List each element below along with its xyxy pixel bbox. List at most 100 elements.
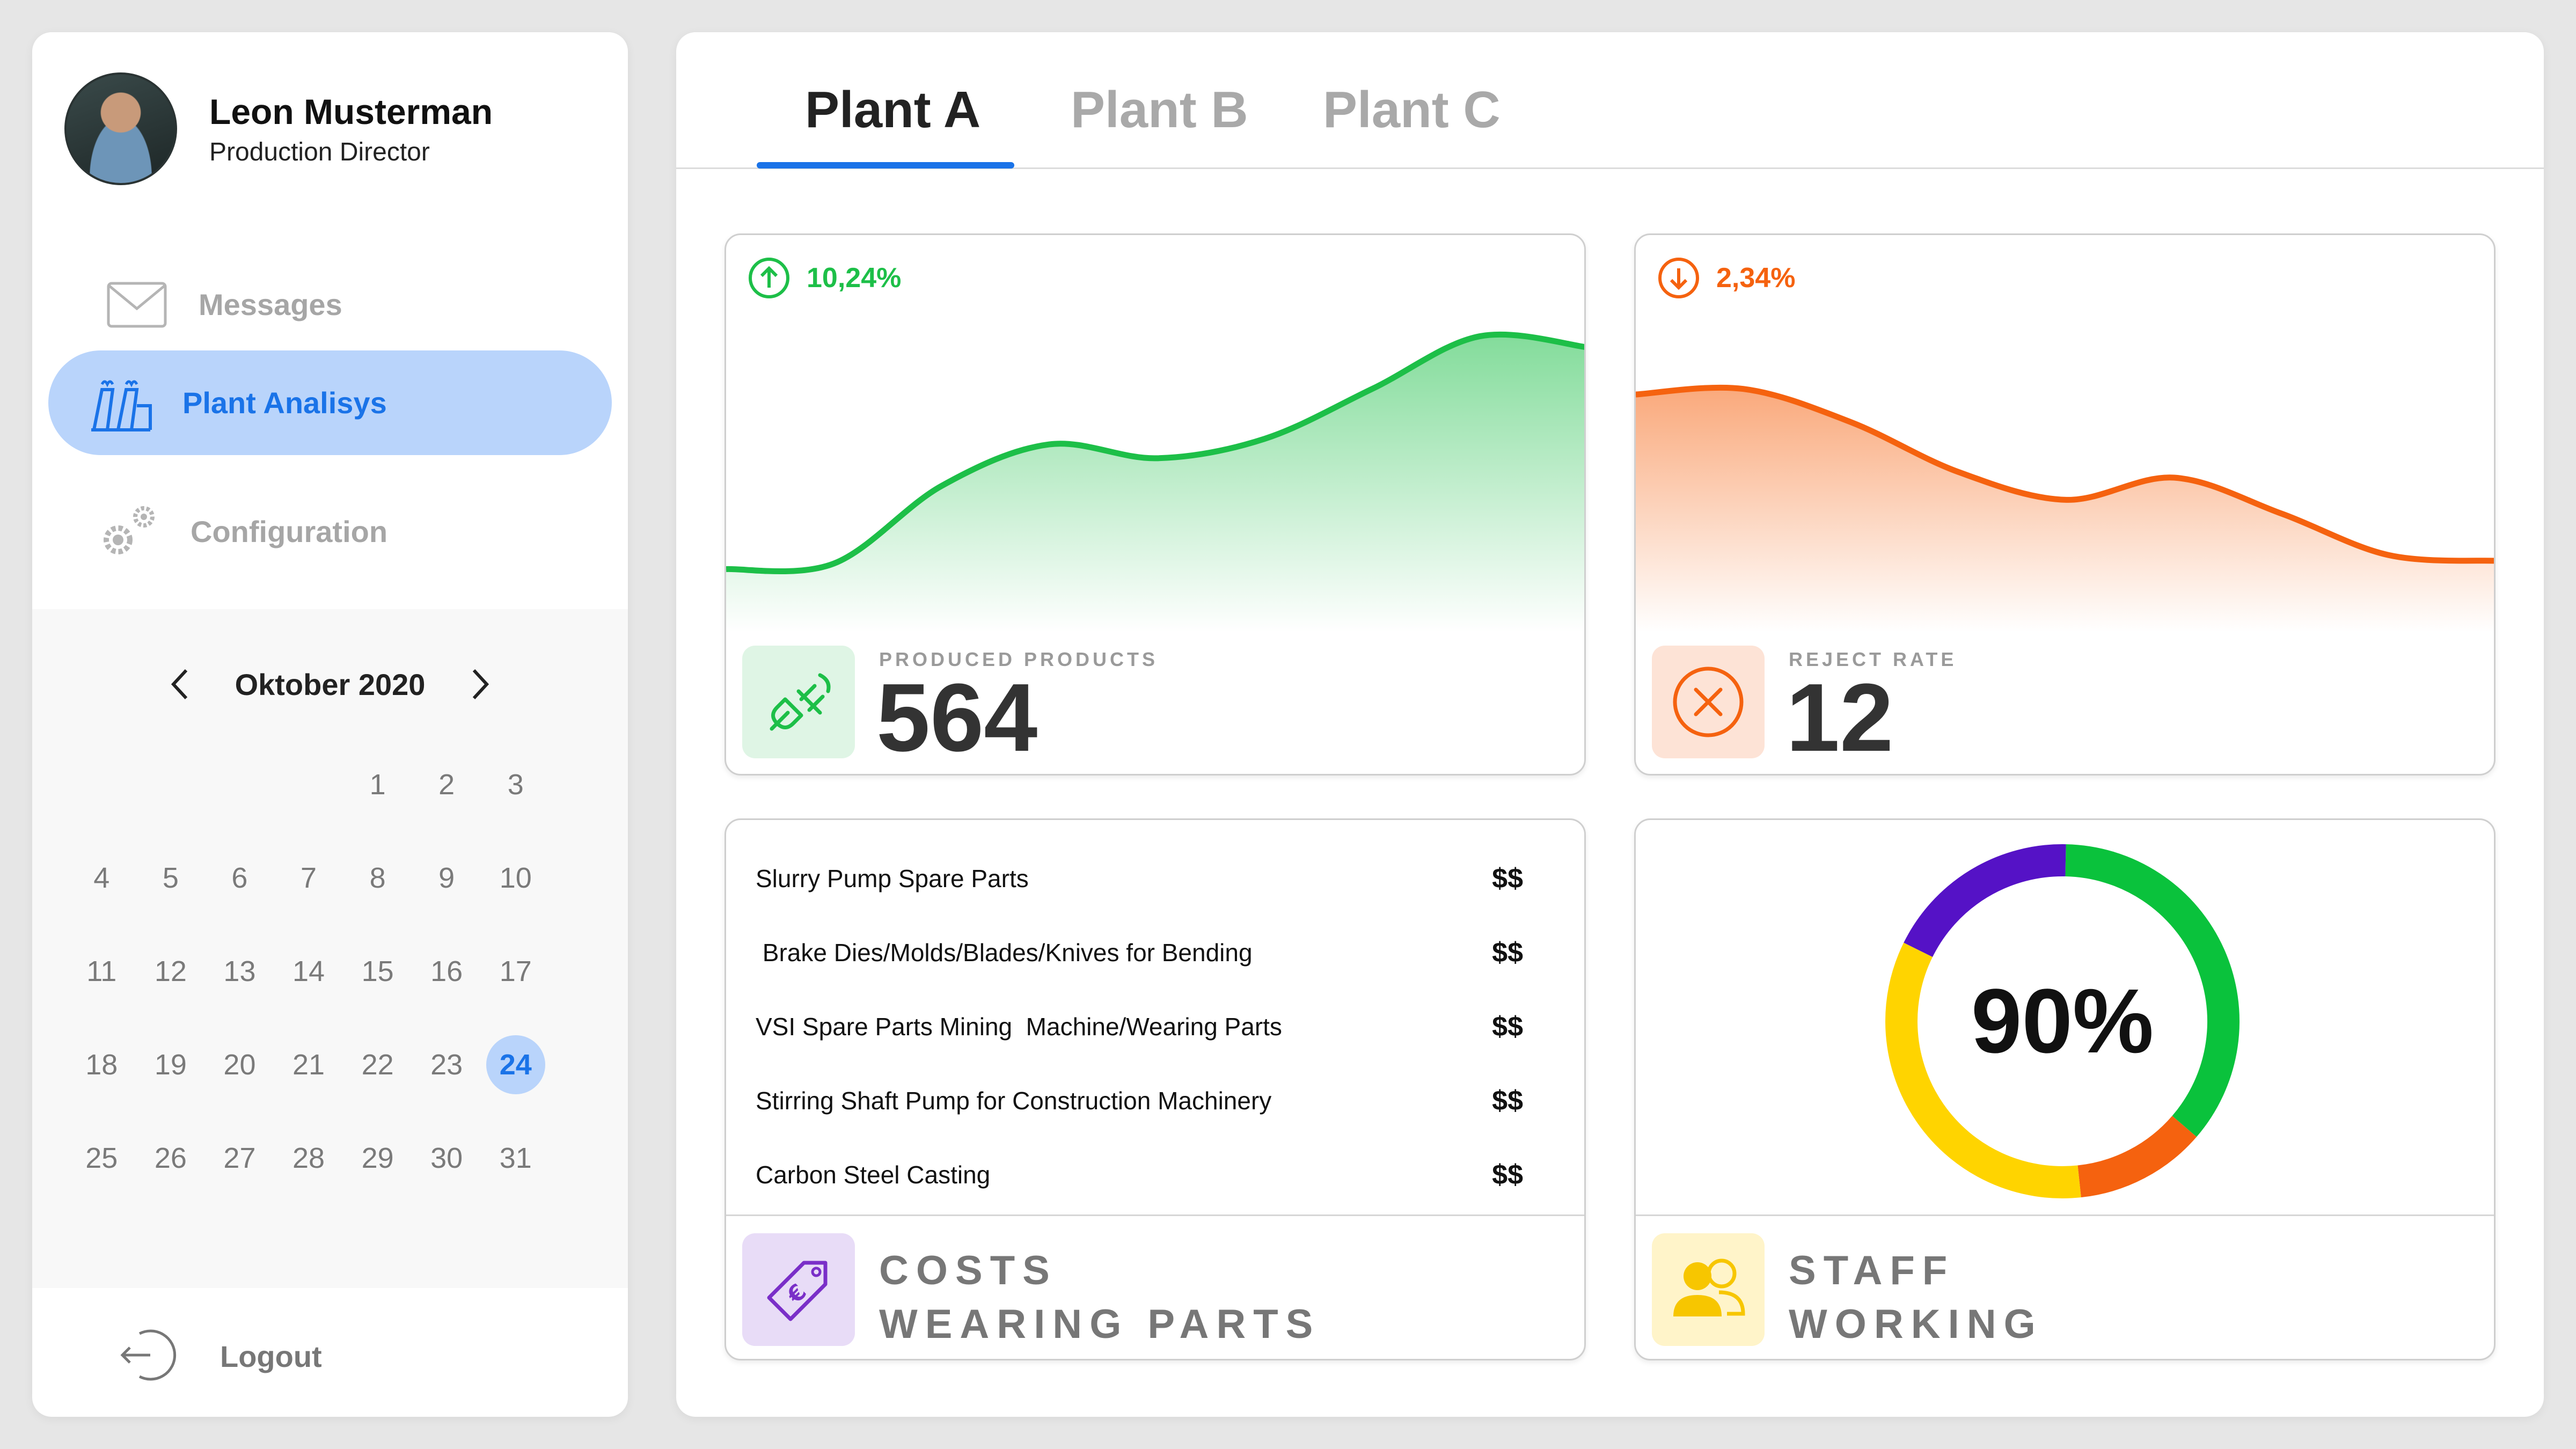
calendar-day[interactable]: 10 (481, 861, 550, 895)
sidebar-item-plant-analysis[interactable]: Plant Analisys (48, 350, 612, 455)
calendar-day[interactable]: 5 (136, 861, 206, 895)
divider (726, 1214, 1584, 1216)
staff-percent: 90% (1971, 970, 2154, 1072)
calendar-day[interactable]: 4 (67, 861, 136, 895)
calendar-day-number: 19 (154, 1049, 187, 1081)
calendar-grid: 1 2 3 4 5 6 7 8 9 10 11 12 13 14 15 16 17 18 19 20 21 22 23 24 2… (67, 738, 550, 1205)
user-profile[interactable]: Leon Musterman Production Director (64, 72, 493, 185)
price-tag-icon: € (742, 1233, 855, 1346)
cost-item-row[interactable]: Carbon Steel Casting $$ (756, 1138, 1523, 1212)
reject-rate-card[interactable]: 2,34% REJECT RATE 12 (1634, 233, 2496, 775)
logout-icon (118, 1326, 177, 1387)
calendar-day-number: 4 (93, 862, 110, 894)
plant-tabs: Plant A Plant B Plant C (676, 32, 2544, 169)
staff-working-card[interactable]: 90% STAFF WORKING (1634, 818, 2496, 1360)
calendar-day-number: 24 (486, 1035, 545, 1094)
tab-plant-b[interactable]: Plant B (1071, 80, 1248, 140)
calendar-day-number: 31 (499, 1142, 532, 1174)
chevron-left-icon[interactable] (158, 663, 201, 706)
cost-item-name: Slurry Pump Spare Parts (756, 865, 1029, 892)
calendar-day[interactable]: 11 (67, 955, 136, 988)
calendar-day[interactable]: 9 (412, 861, 481, 895)
calendar-day-number: 25 (85, 1142, 118, 1174)
calendar-day[interactable]: 23 (412, 1048, 481, 1081)
calendar-day-number: 30 (430, 1142, 463, 1174)
staff-title-line2: WORKING (1789, 1301, 2043, 1347)
staff-title-line1: STAFF (1789, 1248, 1955, 1293)
calendar-day[interactable]: 27 (205, 1141, 274, 1175)
cost-item-row[interactable]: Brake Dies/Molds/Blades/Knives for Bendi… (756, 916, 1523, 990)
calendar-day-number: 3 (507, 769, 524, 801)
area-fill (1636, 387, 2494, 632)
produced-value: 564 (876, 664, 1038, 772)
sidebar-item-label: Messages (199, 288, 342, 321)
sidebar-item-configuration[interactable]: Configuration (48, 479, 612, 584)
reject-value: 12 (1786, 664, 1894, 772)
calendar-day[interactable]: 28 (274, 1141, 343, 1175)
costs-title: COSTS WEARING PARTS (879, 1244, 1320, 1351)
cost-item-row[interactable]: Stirring Shaft Pump for Construction Mac… (756, 1064, 1523, 1138)
costs-title-line2: WEARING PARTS (879, 1301, 1321, 1347)
cost-item-row[interactable]: VSI Spare Parts Mining Machine/Wearing P… (756, 990, 1523, 1064)
calendar-day[interactable]: 12 (136, 955, 206, 988)
calendar-day-number: 28 (292, 1142, 325, 1174)
calendar-day[interactable]: 22 (343, 1048, 412, 1081)
chevron-right-icon[interactable] (459, 663, 502, 706)
calendar-day-number: 11 (86, 955, 117, 987)
calendar-day-number: 12 (154, 955, 187, 987)
calendar-day[interactable]: 21 (274, 1048, 343, 1081)
costs-wearing-parts-card[interactable]: Slurry Pump Spare Parts $$ Brake Dies/Mol… (724, 818, 1586, 1360)
calendar-day[interactable]: 7 (274, 861, 343, 895)
calendar-day-number: 1 (369, 769, 386, 801)
calendar-month: Oktober 2020 (235, 667, 426, 701)
cost-item-row[interactable]: Slurry Pump Spare Parts $$ (756, 841, 1523, 916)
tab-plant-a[interactable]: Plant A (805, 80, 980, 140)
calendar-day[interactable]: 29 (343, 1141, 412, 1175)
calendar-week: 4 5 6 7 8 9 10 (67, 831, 550, 925)
staff-title: STAFF WORKING (1789, 1244, 2043, 1351)
calendar-day[interactable]: 19 (136, 1048, 206, 1081)
calendar-day[interactable]: 3 (481, 768, 550, 801)
calendar-day[interactable]: 14 (274, 955, 343, 988)
sidebar: Leon Musterman Production Director Messa… (32, 32, 628, 1417)
calendar-day[interactable]: 31 (481, 1141, 550, 1175)
cost-item-name: Carbon Steel Casting (756, 1161, 991, 1189)
calendar-day-number: 29 (361, 1142, 394, 1174)
arrow-up-circle-icon (749, 258, 789, 298)
produced-trend: 10,24% (748, 257, 901, 299)
calendar-day-number: 14 (292, 955, 325, 987)
calendar-week: 18 19 20 21 22 23 24 (67, 1018, 550, 1111)
calendar-day[interactable]: 13 (205, 955, 274, 988)
calendar-day[interactable]: 8 (343, 861, 412, 895)
reject-trend-value: 2,34% (1716, 262, 1796, 294)
calendar-day-number: 2 (438, 769, 455, 801)
cost-item-price: $$ (1492, 1085, 1523, 1116)
calendar-day[interactable]: 30 (412, 1141, 481, 1175)
calendar-week: 25 26 27 28 29 30 31 (67, 1111, 550, 1205)
cost-item-name: Brake Dies/Molds/Blades/Knives for Bendi… (756, 939, 1253, 967)
cost-item-price: $$ (1492, 937, 1523, 968)
calendar-day[interactable]: 17 (481, 955, 550, 988)
calendar-day-number: 21 (292, 1049, 325, 1081)
calendar-day[interactable]: 20 (205, 1048, 274, 1081)
calendar-day[interactable]: 25 (67, 1141, 136, 1175)
produced-trend-value: 10,24% (807, 262, 902, 294)
tab-plant-c[interactable]: Plant C (1323, 80, 1501, 140)
active-tab-indicator (757, 162, 1014, 169)
calendar-week: 11 12 13 14 15 16 17 (67, 925, 550, 1018)
cost-item-name: VSI Spare Parts Mining Machine/Wearing P… (756, 1013, 1282, 1041)
calendar-day[interactable]: 24 (481, 1035, 550, 1094)
produced-products-card[interactable]: 10,24% PRODUCED PRODUCTS 564 (724, 233, 1586, 775)
sidebar-item-messages[interactable]: Messages (48, 252, 612, 357)
envelope-icon (97, 273, 177, 337)
close-circle-icon (1652, 646, 1765, 758)
calendar-day[interactable]: 18 (67, 1048, 136, 1081)
calendar-day[interactable]: 15 (343, 955, 412, 988)
calendar-day[interactable]: 26 (136, 1141, 206, 1175)
calendar-day[interactable]: 16 (412, 955, 481, 988)
calendar-day-number: 22 (361, 1049, 394, 1081)
calendar-day[interactable]: 1 (343, 768, 412, 801)
calendar-day[interactable]: 6 (205, 861, 274, 895)
logout-button[interactable]: Logout (118, 1326, 322, 1387)
calendar-day[interactable]: 2 (412, 768, 481, 801)
